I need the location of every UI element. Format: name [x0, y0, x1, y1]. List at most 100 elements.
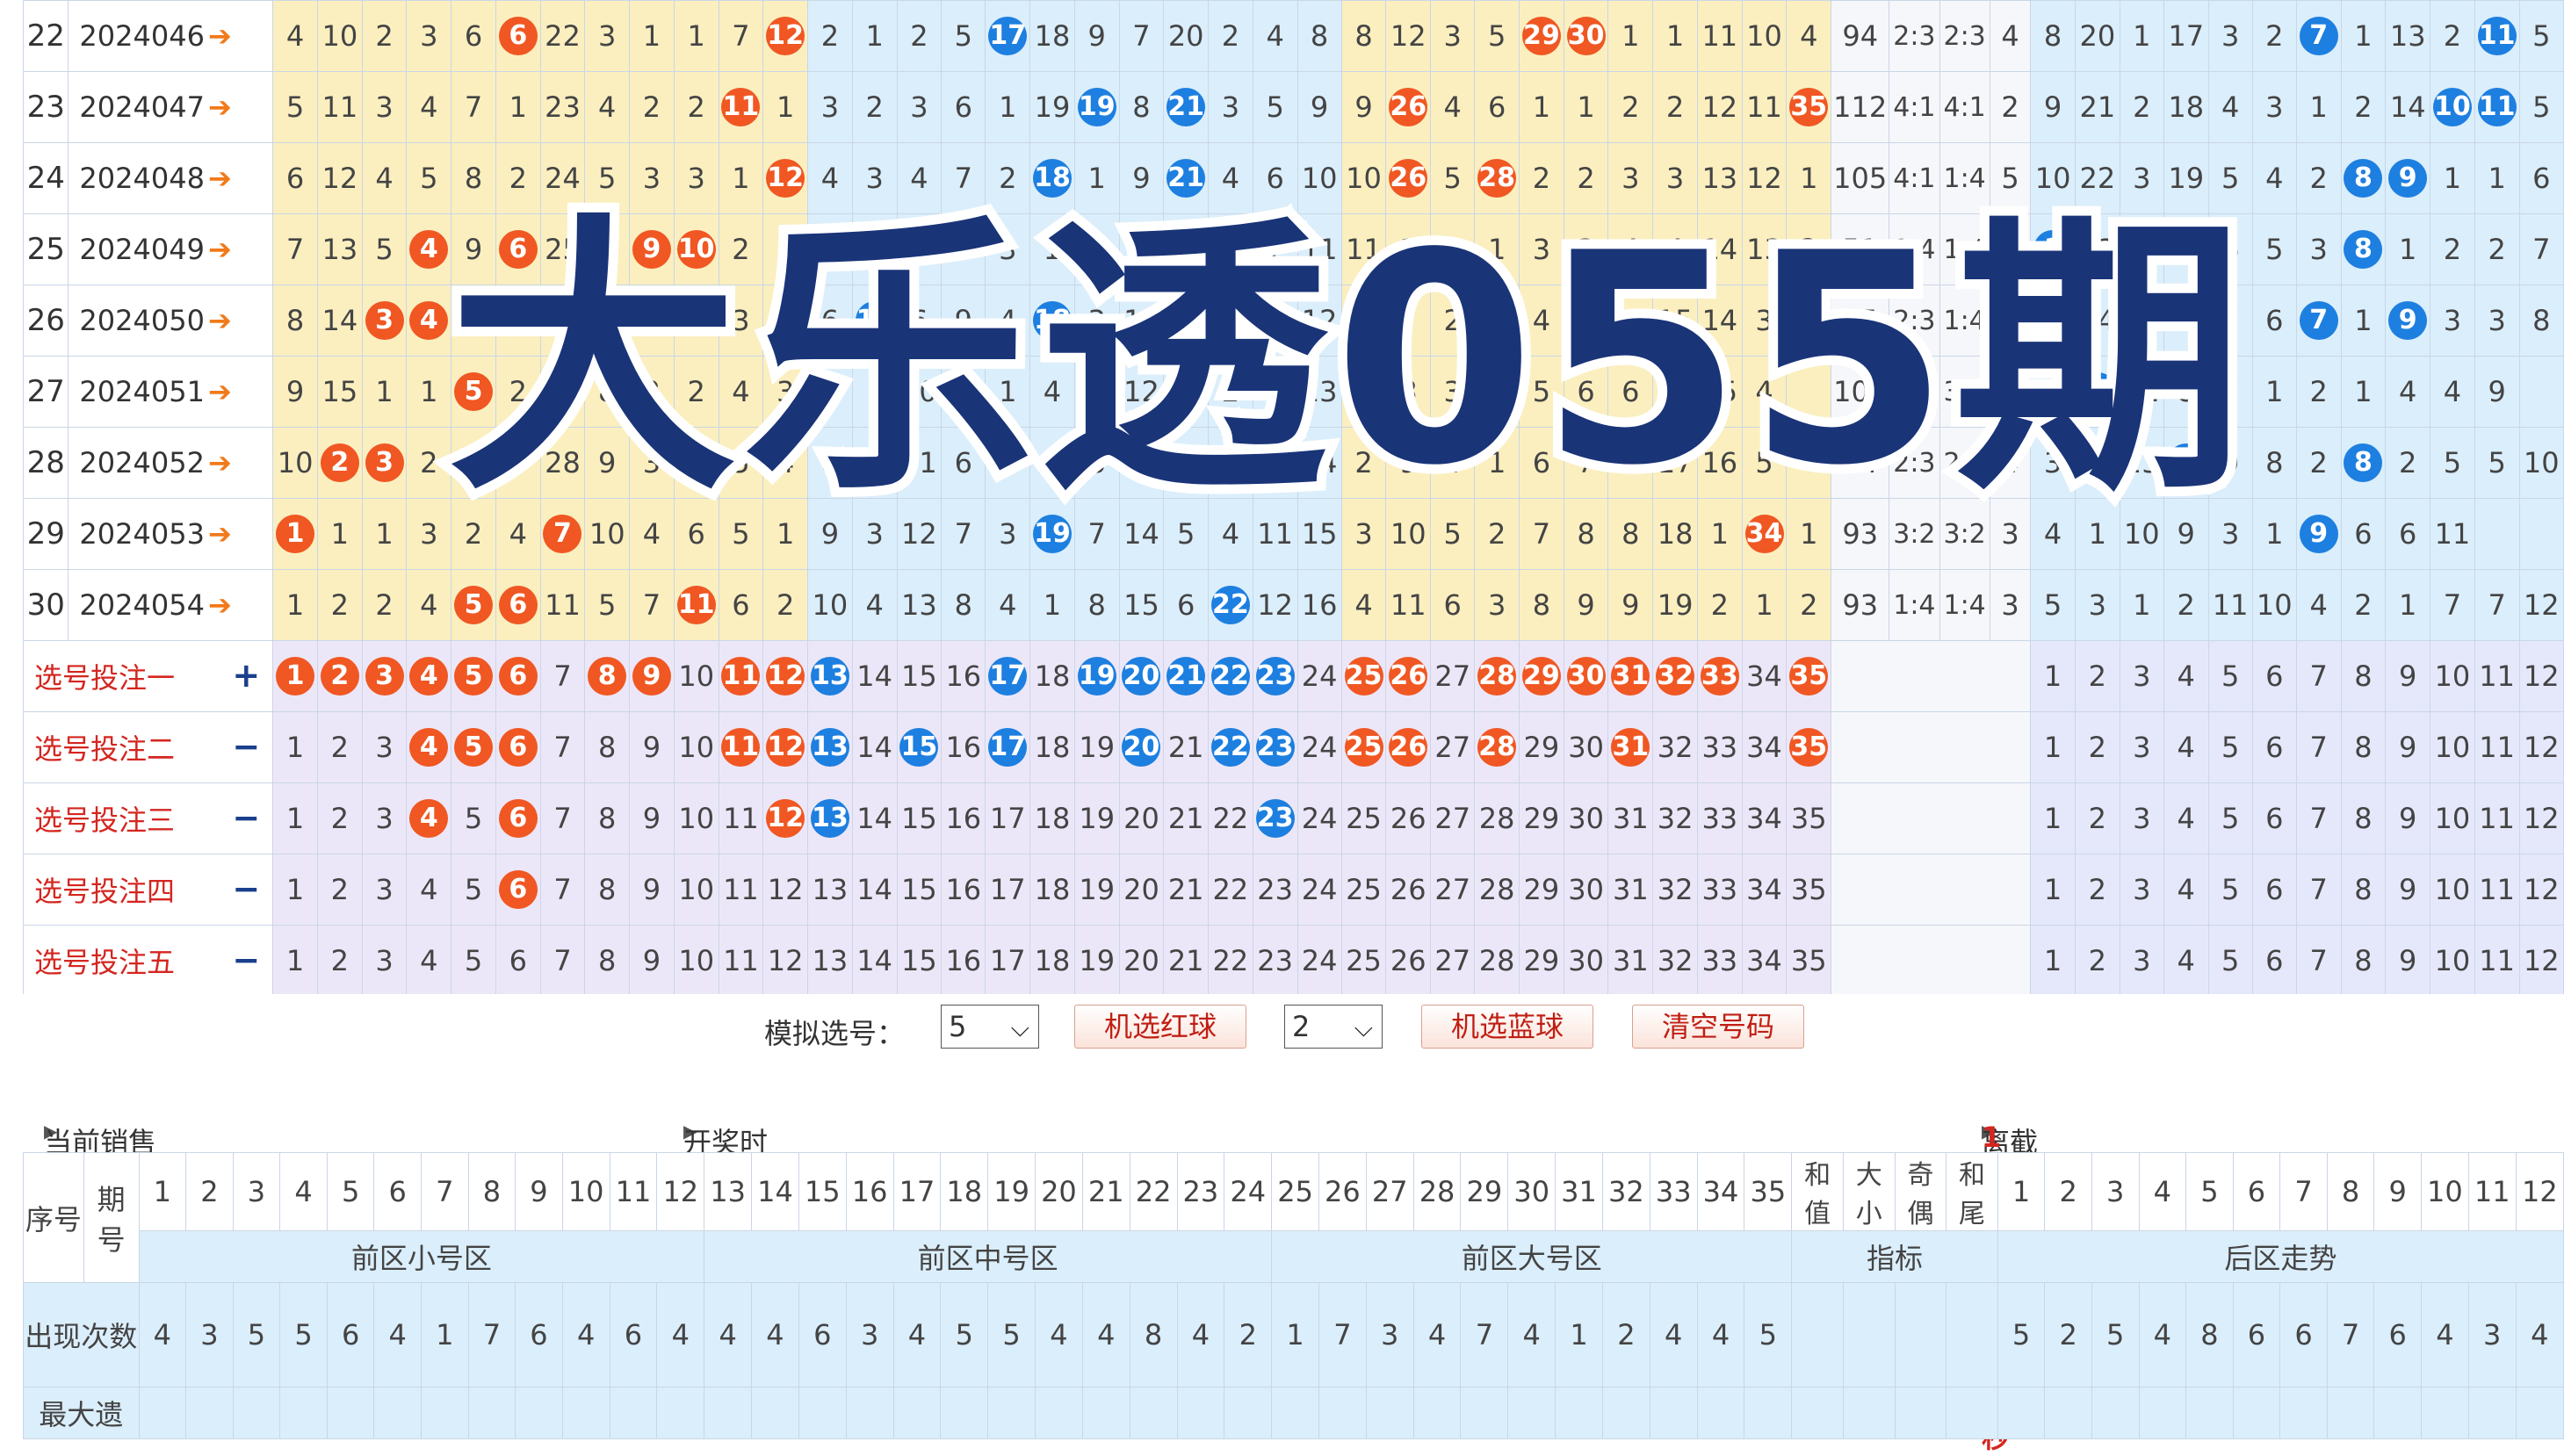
pick-number[interactable]: 25	[1340, 782, 1387, 854]
pick-back-number[interactable]: 1	[2030, 711, 2076, 783]
pick-back-number[interactable]: 4	[2163, 925, 2209, 997]
pick-number[interactable]: 30	[1563, 711, 1609, 783]
pick-number[interactable]: 29	[1519, 854, 1564, 926]
pick-number[interactable]: 20	[1118, 711, 1165, 783]
pick-number[interactable]: 13	[807, 782, 853, 854]
pick-number[interactable]: 9	[629, 711, 675, 783]
pick-number[interactable]: 30	[1563, 925, 1609, 997]
pick-number[interactable]: 19	[1073, 925, 1120, 997]
pick-number[interactable]: 32	[1652, 711, 1698, 783]
pick-number[interactable]: 18	[1029, 711, 1075, 783]
pick-back-number[interactable]: 9	[2385, 711, 2431, 783]
pick-number[interactable]: 28	[1474, 925, 1520, 997]
pick-number[interactable]: 10	[673, 854, 719, 926]
pick-back-number[interactable]: 11	[2474, 925, 2520, 997]
pick-back-number[interactable]: 4	[2163, 711, 2209, 783]
pick-number[interactable]: 25	[1340, 854, 1387, 926]
pick-number[interactable]: 31	[1607, 925, 1654, 997]
front-count-select[interactable]: 5 ⌵	[941, 1005, 1039, 1049]
minus-icon[interactable]: −	[232, 941, 260, 979]
pick-number[interactable]: 4	[406, 640, 452, 712]
pick-back-number[interactable]: 9	[2385, 925, 2431, 997]
pick-number[interactable]: 21	[1163, 854, 1210, 926]
pick-number[interactable]: 15	[896, 925, 943, 997]
pick-number[interactable]: 17	[985, 854, 1031, 926]
period-cell[interactable]: 2024054 ➔	[68, 569, 274, 641]
pick-number[interactable]: 3	[361, 925, 408, 997]
pick-number[interactable]: 21	[1163, 640, 1210, 712]
pick-number[interactable]: 5	[451, 925, 496, 997]
pick-number[interactable]: 6	[495, 782, 541, 854]
pick-number[interactable]: 6	[495, 925, 541, 997]
pick-number[interactable]: 9	[629, 782, 675, 854]
pick-number[interactable]: 16	[941, 711, 986, 783]
pick-number[interactable]: 24	[1296, 640, 1342, 712]
pick-number[interactable]: 12	[762, 925, 809, 997]
pick-number[interactable]: 17	[985, 782, 1031, 854]
pick-number[interactable]: 15	[896, 711, 943, 783]
pick-number[interactable]: 28	[1474, 782, 1520, 854]
pick-number[interactable]: 14	[851, 711, 898, 783]
pick-back-number[interactable]: 1	[2030, 854, 2076, 926]
pick-number[interactable]: 13	[807, 925, 853, 997]
pick-back-number[interactable]: 12	[2518, 640, 2564, 712]
pick-back-number[interactable]: 6	[2251, 782, 2297, 854]
pick-number[interactable]: 3	[361, 854, 408, 926]
pick-number[interactable]: 15	[896, 854, 943, 926]
pick-number[interactable]: 2	[316, 640, 363, 712]
pick-number[interactable]: 17	[985, 711, 1031, 783]
pick-number[interactable]: 31	[1607, 711, 1654, 783]
pick-number[interactable]: 1	[272, 782, 318, 854]
pick-back-number[interactable]: 2	[2074, 925, 2120, 997]
pick-number[interactable]: 9	[629, 854, 675, 926]
pick-back-number[interactable]: 9	[2385, 640, 2431, 712]
pick-back-number[interactable]: 3	[2119, 854, 2164, 926]
period-cell[interactable]: 2024051 ➔	[68, 356, 274, 428]
pick-number[interactable]: 24	[1296, 854, 1342, 926]
pick-number[interactable]: 30	[1563, 782, 1609, 854]
pick-number[interactable]: 1	[272, 640, 318, 712]
pick-number[interactable]: 25	[1340, 925, 1387, 997]
pick-number[interactable]: 19	[1073, 711, 1120, 783]
pick-back-number[interactable]: 10	[2430, 711, 2475, 783]
pick-back-number[interactable]: 8	[2340, 782, 2387, 854]
pick-number[interactable]: 16	[941, 640, 986, 712]
pick-number[interactable]: 35	[1786, 711, 1832, 783]
minus-icon[interactable]: −	[232, 869, 260, 908]
pick-number[interactable]: 3	[361, 711, 408, 783]
pick-number[interactable]: 2	[316, 854, 363, 926]
pick-back-number[interactable]: 8	[2340, 711, 2387, 783]
pick-number[interactable]: 16	[941, 782, 986, 854]
pick-number[interactable]: 33	[1696, 925, 1743, 997]
pick-number[interactable]: 11	[718, 640, 764, 712]
pick-number[interactable]: 34	[1741, 782, 1788, 854]
pick-number[interactable]: 19	[1073, 854, 1120, 926]
pick-number[interactable]: 13	[807, 640, 853, 712]
pick-number[interactable]: 12	[762, 782, 809, 854]
pick-number[interactable]: 33	[1696, 711, 1743, 783]
pick-number[interactable]: 19	[1073, 782, 1120, 854]
pick-number[interactable]: 28	[1474, 854, 1520, 926]
pick-back-number[interactable]: 7	[2295, 854, 2342, 926]
pick-number[interactable]: 21	[1163, 782, 1210, 854]
pick-number[interactable]: 26	[1385, 782, 1432, 854]
pick-number[interactable]: 6	[495, 711, 541, 783]
pick-back-number[interactable]: 1	[2030, 782, 2076, 854]
pick-number[interactable]: 33	[1696, 782, 1743, 854]
pick-number[interactable]: 23	[1252, 640, 1298, 712]
pick-back-number[interactable]: 5	[2207, 782, 2253, 854]
pick-back-number[interactable]: 9	[2385, 782, 2431, 854]
pick-number[interactable]: 7	[539, 640, 586, 712]
pick-back-number[interactable]: 2	[2074, 711, 2120, 783]
pick-back-number[interactable]: 7	[2295, 782, 2342, 854]
period-cell[interactable]: 2024053 ➔	[68, 498, 274, 570]
pick-number[interactable]: 22	[1208, 711, 1253, 783]
pick-number[interactable]: 13	[807, 711, 853, 783]
pick-number[interactable]: 31	[1607, 854, 1654, 926]
pick-number[interactable]: 1	[272, 925, 318, 997]
pick-number[interactable]: 7	[539, 782, 586, 854]
pick-back-number[interactable]: 6	[2251, 711, 2297, 783]
pick-back-number[interactable]: 12	[2518, 782, 2564, 854]
pick-number[interactable]: 12	[762, 640, 809, 712]
pick-number[interactable]: 10	[673, 640, 719, 712]
